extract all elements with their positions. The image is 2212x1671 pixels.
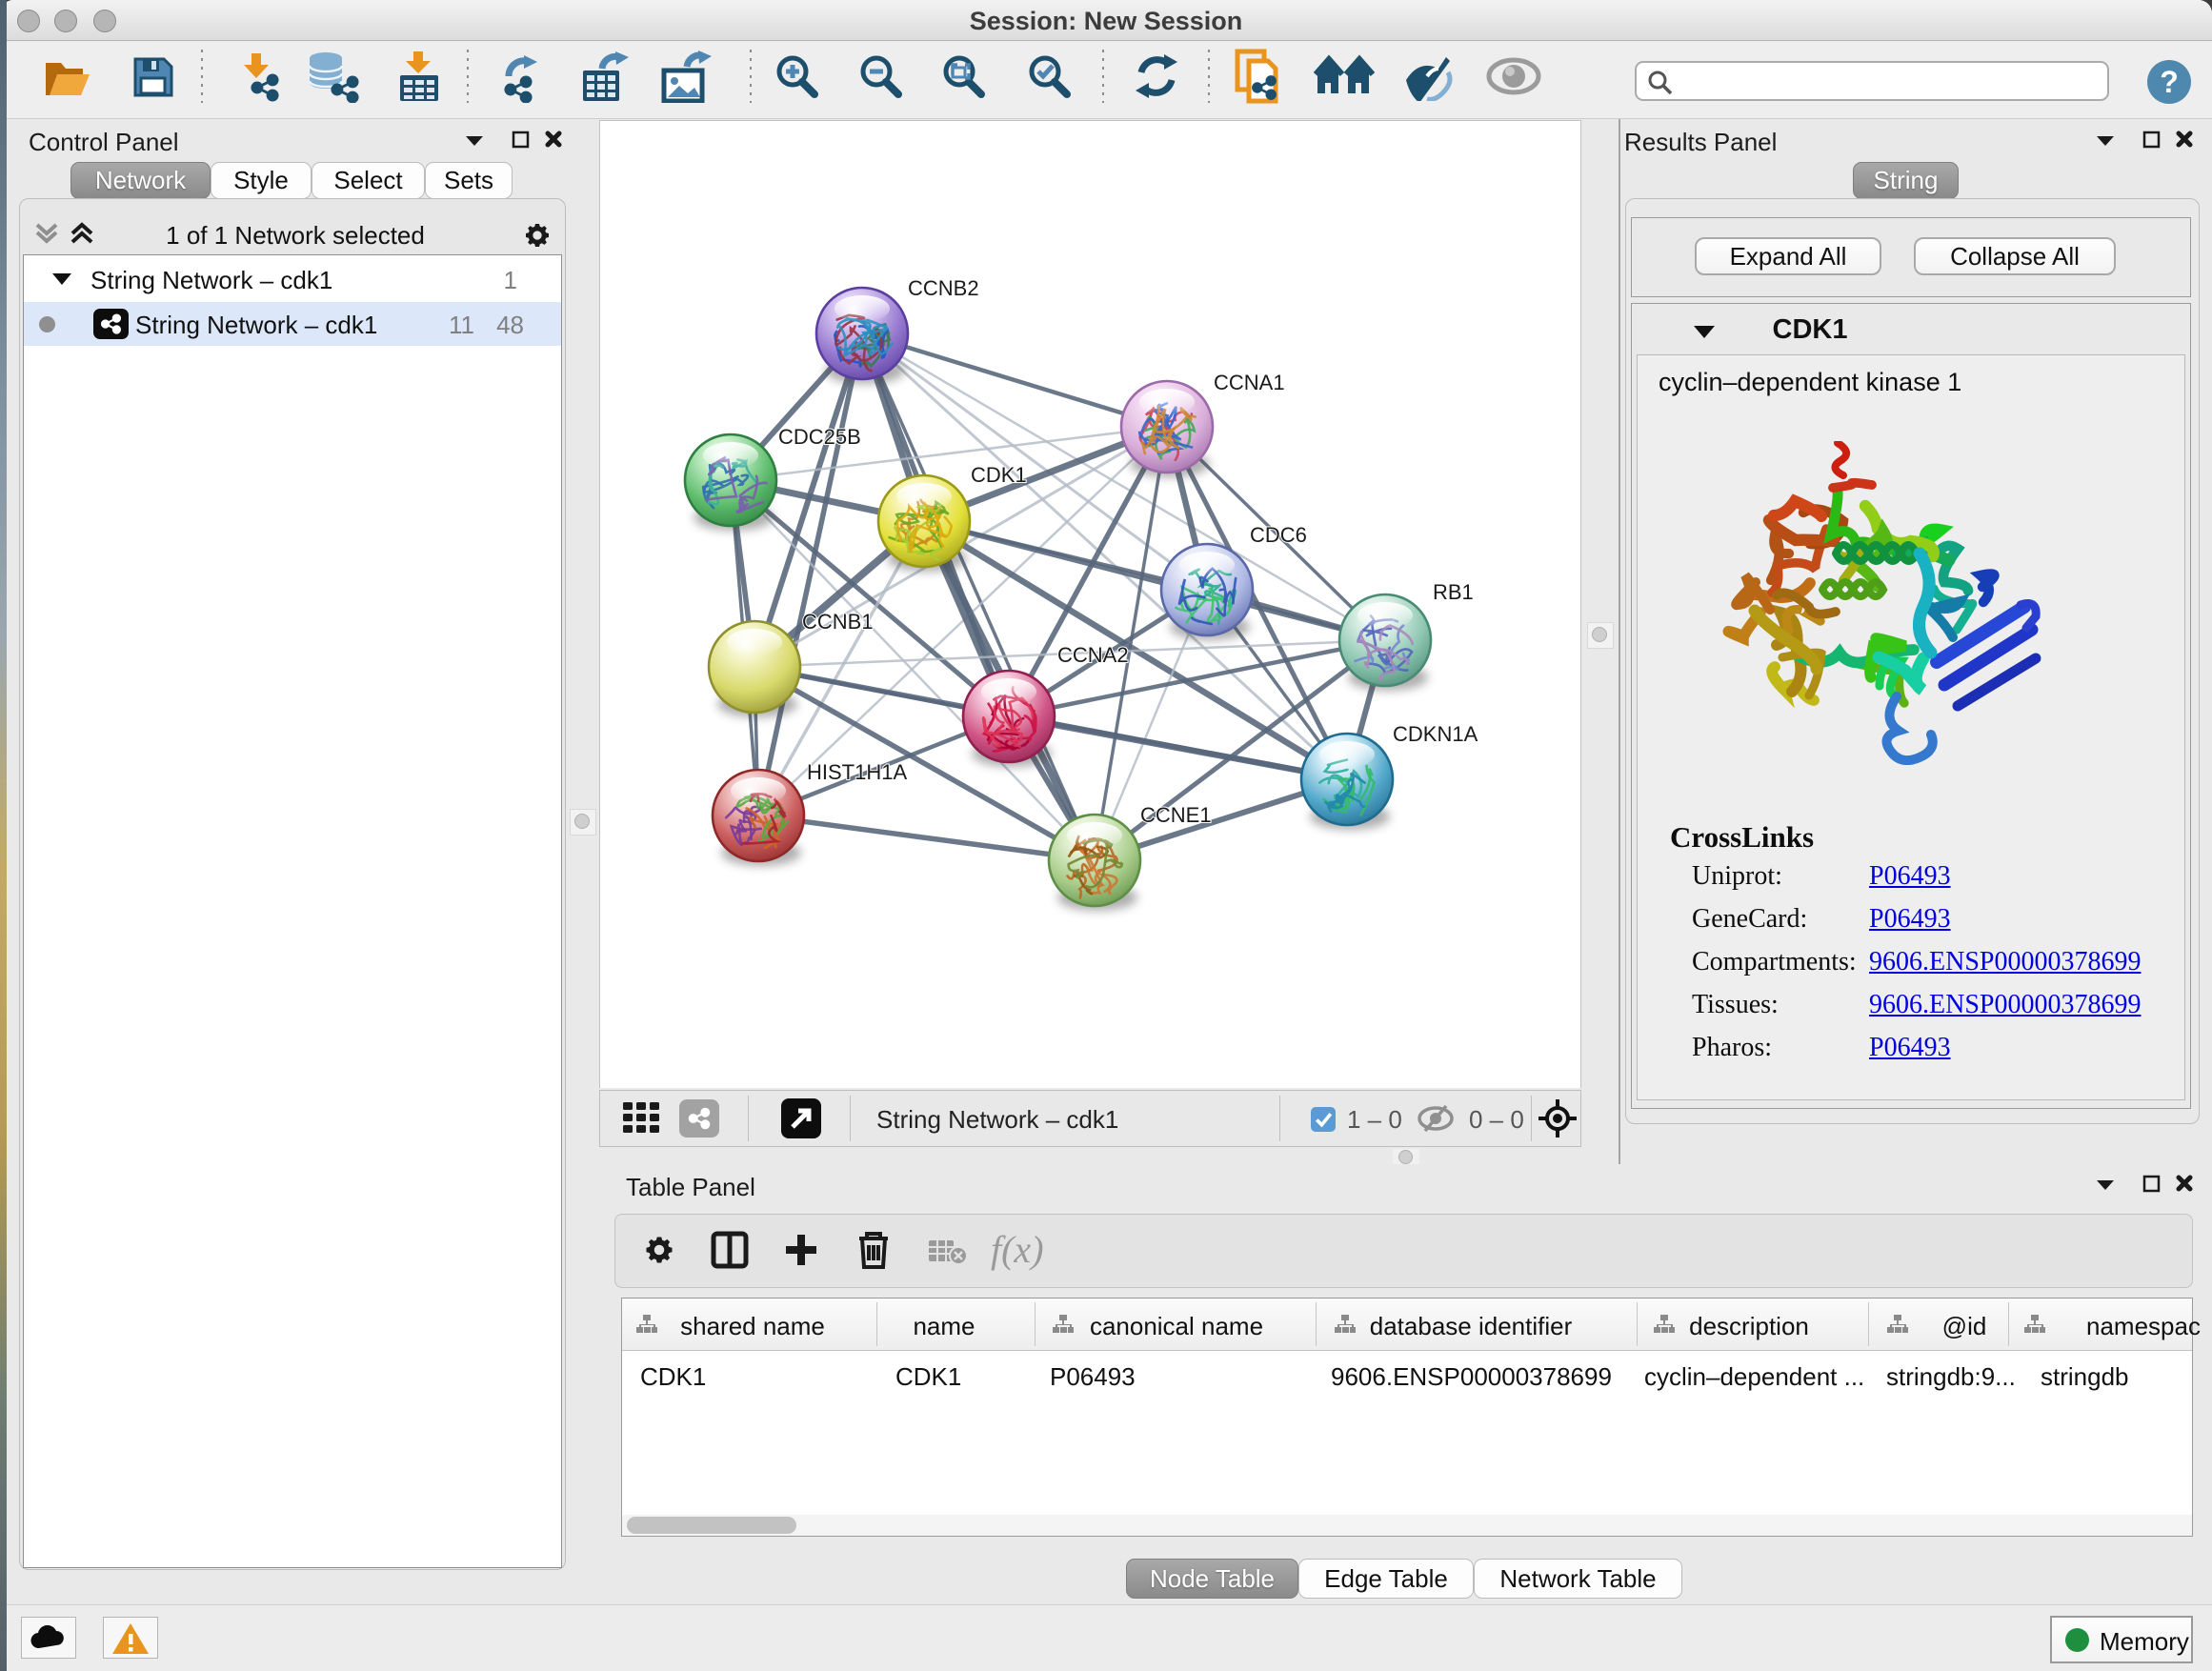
svg-text:CCNB2: CCNB2 — [908, 276, 979, 300]
svg-text:RB1: RB1 — [1433, 580, 1474, 604]
svg-text:CCNA2: CCNA2 — [1057, 643, 1129, 667]
svg-text:CDK1: CDK1 — [971, 463, 1027, 487]
svg-text:CCNB1: CCNB1 — [802, 610, 874, 634]
svg-text:CCNA1: CCNA1 — [1214, 371, 1285, 394]
svg-text:HIST1H1A: HIST1H1A — [807, 760, 907, 784]
svg-text:CDC25B: CDC25B — [778, 425, 861, 449]
svg-text:CCNE1: CCNE1 — [1140, 803, 1212, 827]
svg-text:CDC6: CDC6 — [1250, 523, 1307, 547]
svg-text:CDKN1A: CDKN1A — [1393, 722, 1478, 746]
